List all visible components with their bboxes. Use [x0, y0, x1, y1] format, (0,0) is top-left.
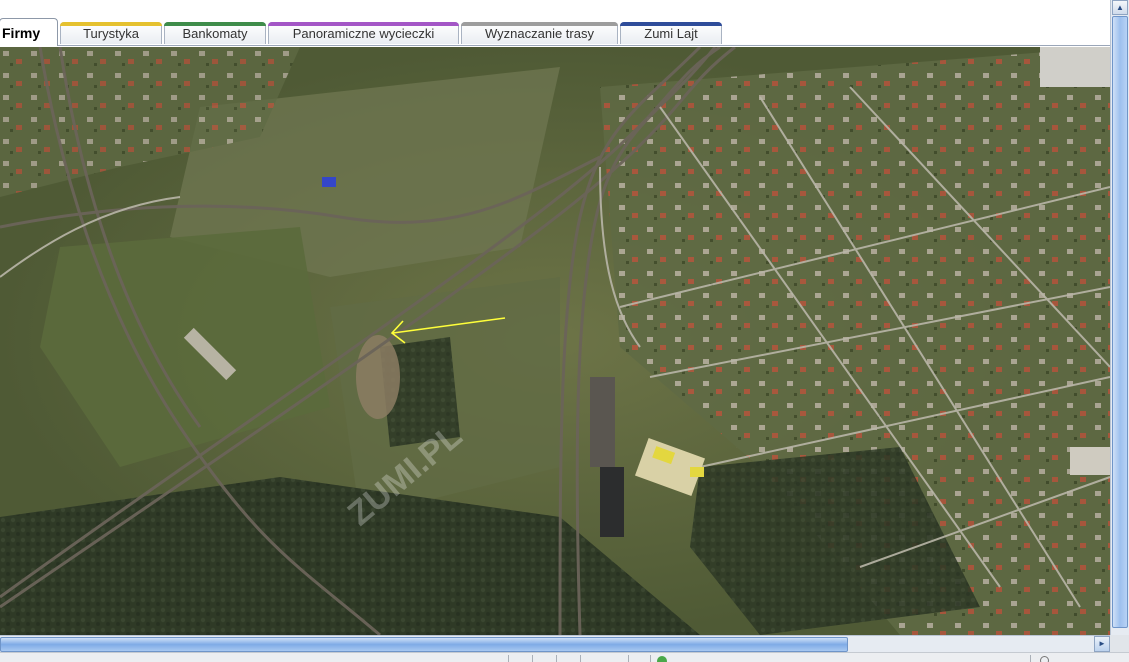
- satellite-image: ZUMI.PL: [0, 47, 1110, 635]
- scroll-up-button[interactable]: ▲: [1112, 0, 1128, 15]
- tab-firmy[interactable]: Firmy: [0, 18, 58, 46]
- tab-bankomaty[interactable]: Bankomaty: [164, 22, 266, 44]
- internet-zone-icon: [657, 656, 667, 662]
- status-separator: [628, 655, 629, 662]
- status-separator: [508, 655, 509, 662]
- tab-wyznaczanie-trasy[interactable]: Wyznaczanie trasy: [461, 22, 618, 44]
- tab-bar: Firmy Turystyka Bankomaty Panoramiczne w…: [0, 0, 1110, 47]
- status-separator: [580, 655, 581, 662]
- tab-panoramiczne-wycieczki[interactable]: Panoramiczne wycieczki: [268, 22, 459, 44]
- tab-bar-baseline: [0, 45, 1110, 46]
- vertical-scrollbar[interactable]: ▲: [1110, 0, 1129, 635]
- horizontal-scroll-thumb[interactable]: [0, 637, 848, 652]
- status-bar: [0, 652, 1129, 662]
- up-arrow-icon: ▲: [1116, 3, 1124, 12]
- status-separator: [1030, 655, 1031, 662]
- scroll-right-button[interactable]: ►: [1094, 636, 1110, 652]
- vertical-scroll-thumb[interactable]: [1112, 16, 1128, 628]
- status-separator: [556, 655, 557, 662]
- scrollbar-corner: [1110, 635, 1129, 652]
- status-separator: [532, 655, 533, 662]
- tab-zumi-lajt[interactable]: Zumi Lajt: [620, 22, 722, 44]
- zoom-icon[interactable]: [1040, 656, 1049, 662]
- satellite-map[interactable]: ZUMI.PL: [0, 47, 1110, 635]
- status-separator: [650, 655, 651, 662]
- tab-turystyka[interactable]: Turystyka: [60, 22, 162, 44]
- right-arrow-icon: ►: [1098, 639, 1106, 648]
- horizontal-scrollbar[interactable]: ►: [0, 635, 1110, 652]
